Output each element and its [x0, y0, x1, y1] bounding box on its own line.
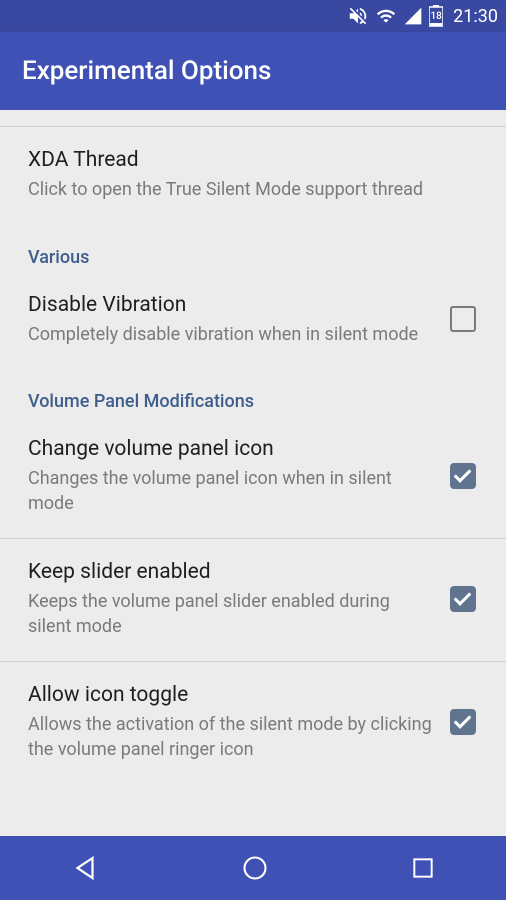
allow-icon-toggle-item[interactable]: Allow icon toggle Allows the activation …	[0, 662, 506, 784]
checkbox-checked-icon[interactable]	[450, 709, 476, 735]
item-subtitle: Completely disable vibration when in sil…	[28, 323, 434, 347]
clock-text: 21:30	[453, 6, 498, 27]
navigation-bar	[0, 836, 506, 900]
change-volume-icon-item[interactable]: Change volume panel icon Changes the vol…	[0, 416, 506, 538]
xda-thread-item[interactable]: XDA Thread Click to open the True Silent…	[0, 127, 506, 225]
status-bar: 18 21:30	[0, 0, 506, 32]
keep-slider-item[interactable]: Keep slider enabled Keeps the volume pan…	[0, 539, 506, 661]
checkbox-checked-icon[interactable]	[450, 463, 476, 489]
page-title: Experimental Options	[22, 56, 271, 86]
item-subtitle: Keeps the volume panel slider enabled du…	[28, 590, 434, 639]
app-bar: Experimental Options	[0, 32, 506, 110]
item-title: Change volume panel icon	[28, 436, 434, 463]
item-subtitle: Click to open the True Silent Mode suppo…	[28, 178, 484, 202]
back-button[interactable]	[70, 853, 100, 883]
recent-apps-button[interactable]	[410, 855, 436, 881]
item-title: Disable Vibration	[28, 292, 434, 319]
item-subtitle: Allows the activation of the silent mode…	[28, 713, 434, 762]
mute-icon	[347, 5, 369, 27]
checkbox-unchecked-icon[interactable]	[450, 306, 476, 332]
disable-vibration-item[interactable]: Disable Vibration Completely disable vib…	[0, 272, 506, 370]
checkbox-checked-icon[interactable]	[450, 586, 476, 612]
battery-level: 18	[429, 11, 443, 22]
item-title: Allow icon toggle	[28, 682, 434, 709]
section-header-various: Various	[0, 225, 506, 272]
item-subtitle: Changes the volume panel icon when in si…	[28, 467, 434, 516]
section-header-volume-panel: Volume Panel Modifications	[0, 369, 506, 416]
item-title: Keep slider enabled	[28, 559, 434, 586]
battery-icon: 18	[429, 5, 443, 27]
settings-list: XDA Thread Click to open the True Silent…	[0, 110, 506, 836]
wifi-icon	[375, 6, 397, 26]
signal-icon	[403, 6, 423, 26]
home-button[interactable]	[241, 854, 269, 882]
item-title: XDA Thread	[28, 147, 484, 174]
